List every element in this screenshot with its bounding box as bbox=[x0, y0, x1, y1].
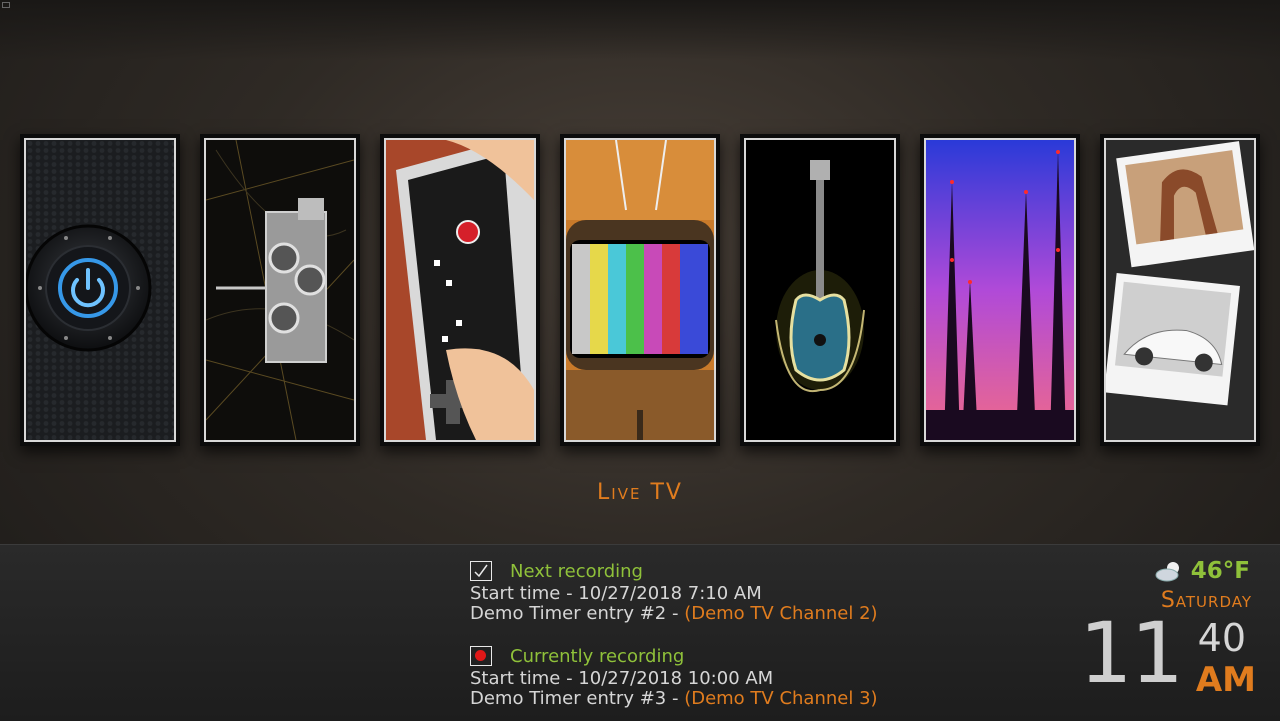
guitar-icon bbox=[746, 140, 894, 440]
power-icon bbox=[26, 140, 174, 440]
corner-indicator bbox=[2, 2, 10, 8]
current-recording-entry: Demo Timer entry #3 bbox=[470, 688, 667, 709]
current-recording-start: Start time - 10/27/2018 10:00 AM bbox=[470, 668, 774, 689]
current-recording-title: Currently recording bbox=[510, 645, 685, 667]
movie-camera-icon bbox=[206, 140, 354, 440]
clock-check-icon bbox=[470, 561, 492, 581]
menu-tile-power[interactable] bbox=[20, 134, 180, 446]
menu-tile-radio[interactable] bbox=[920, 134, 1080, 446]
next-recording-entry-line: Demo Timer entry #2 - (Demo TV Channel 2… bbox=[470, 604, 878, 624]
weather-temperature: 46°F bbox=[1190, 558, 1250, 584]
gamepad-icon bbox=[386, 140, 534, 440]
next-recording-separator: - bbox=[666, 603, 685, 624]
current-recording-separator: - bbox=[666, 688, 685, 709]
menu-tile-music[interactable] bbox=[740, 134, 900, 446]
clock-hour: 11 bbox=[1079, 604, 1184, 702]
next-recording-title: Next recording bbox=[510, 560, 643, 582]
focused-menu-label: Live TV bbox=[597, 480, 683, 505]
clock-ampm: AM bbox=[1195, 660, 1256, 700]
menu-tile-videos[interactable] bbox=[200, 134, 360, 446]
next-recording-start: Start time - 10/27/2018 7:10 AM bbox=[470, 583, 762, 604]
clock-minute: 40 bbox=[1197, 616, 1246, 660]
menu-tile-games[interactable] bbox=[380, 134, 540, 446]
top-bar bbox=[0, 0, 1280, 60]
partly-cloudy-icon bbox=[1155, 562, 1179, 582]
next-recording-entry: Demo Timer entry #2 bbox=[470, 603, 667, 624]
next-recording: Next recording Start time - 10/27/2018 7… bbox=[470, 558, 878, 624]
current-recording-channel: (Demo TV Channel 3) bbox=[684, 688, 878, 709]
weather-widget: 46°F bbox=[1155, 558, 1250, 584]
next-recording-channel: (Demo TV Channel 2) bbox=[684, 603, 878, 624]
menu-tile-live-tv[interactable] bbox=[560, 134, 720, 446]
current-recording-entry-line: Demo Timer entry #3 - (Demo TV Channel 3… bbox=[470, 689, 878, 709]
current-recording: Currently recording Start time - 10/27/2… bbox=[470, 643, 878, 709]
radio-tower-icon bbox=[926, 140, 1074, 440]
photos-icon bbox=[1106, 140, 1254, 440]
record-icon bbox=[470, 646, 492, 666]
tv-icon bbox=[566, 140, 714, 440]
menu-tile-pictures[interactable] bbox=[1100, 134, 1260, 446]
